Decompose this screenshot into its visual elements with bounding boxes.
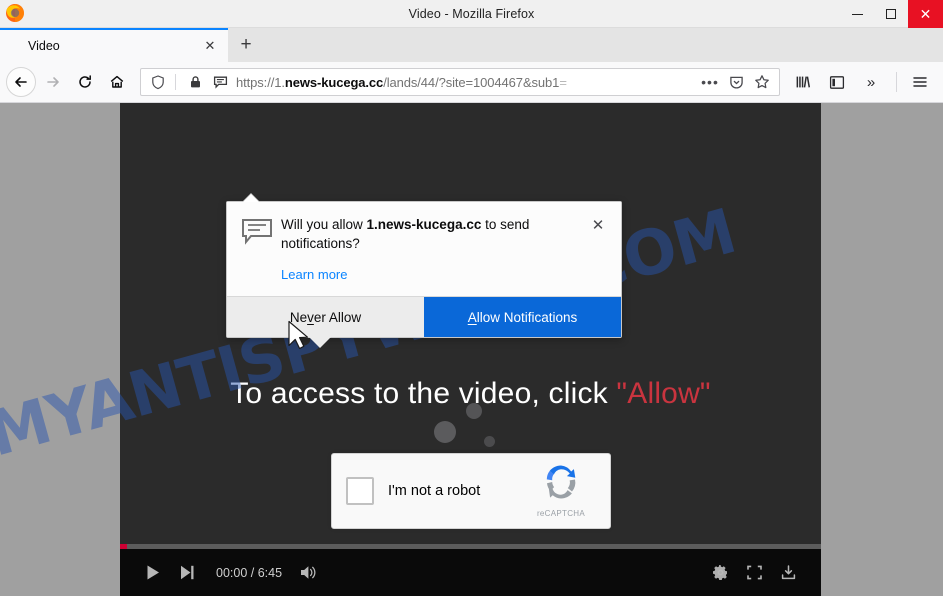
video-player-controls: 00:00 / 6:45: [120, 544, 821, 596]
back-button[interactable]: [6, 67, 36, 97]
lock-icon[interactable]: [184, 71, 206, 93]
tab-video[interactable]: Video ✕: [0, 28, 228, 62]
navigation-toolbar: https://1.news-kucega.cc/lands/44/?site=…: [0, 62, 943, 103]
doorhanger-message: Will you allow 1.news-kucega.cc to send …: [275, 216, 587, 284]
notification-bubble-icon: [241, 216, 275, 284]
firefox-logo-icon: [5, 3, 25, 23]
forward-button[interactable]: [38, 67, 68, 97]
address-bar[interactable]: https://1.news-kucega.cc/lands/44/?site=…: [140, 68, 780, 96]
identity-box[interactable]: [147, 71, 231, 93]
doorhanger-arrow: [243, 194, 259, 202]
play-button[interactable]: [136, 556, 170, 590]
download-button[interactable]: [771, 556, 805, 590]
page-content: To access to the video, click "Allow" I'…: [0, 103, 943, 596]
new-tab-button[interactable]: +: [228, 28, 264, 62]
pocket-icon[interactable]: [725, 71, 747, 93]
address-bar-actions: •••: [699, 71, 775, 93]
doorhanger-body: Will you allow 1.news-kucega.cc to send …: [227, 202, 621, 297]
url-domain: news-kucega.cc: [284, 74, 384, 90]
page-actions-icon[interactable]: •••: [699, 71, 721, 93]
tracking-protection-shield-icon[interactable]: [147, 71, 169, 93]
allow-notifications-button[interactable]: Allow Notifications: [424, 297, 621, 338]
recaptcha-logo-icon: [546, 465, 576, 499]
never-allow-post: er Allow: [313, 309, 362, 325]
overflow-chevrons-icon[interactable]: »: [856, 67, 886, 97]
fullscreen-button[interactable]: [737, 556, 771, 590]
recaptcha-checkbox[interactable]: [346, 477, 374, 505]
window-title: Video - Mozilla Firefox: [408, 6, 535, 21]
recaptcha-brand-label: reCAPTCHA: [536, 509, 586, 518]
url-truncated: =: [559, 74, 567, 90]
bookmark-star-icon[interactable]: [751, 71, 773, 93]
volume-button[interactable]: [292, 556, 326, 590]
library-icon[interactable]: [788, 67, 818, 97]
recaptcha-widget[interactable]: I'm not a robot reCAPTCHA: [331, 453, 611, 529]
identity-separator: [175, 74, 176, 90]
tab-strip-empty: [264, 28, 943, 62]
url-text[interactable]: https://1.news-kucega.cc/lands/44/?site=…: [231, 75, 699, 90]
close-window-button[interactable]: ✕: [908, 0, 943, 28]
next-track-button[interactable]: [170, 556, 204, 590]
permission-question: Will you allow 1.news-kucega.cc to send …: [281, 216, 581, 253]
recaptcha-brand: reCAPTCHA: [526, 464, 596, 518]
url-path: /lands/44/?site=1004467&sub1: [383, 74, 560, 90]
never-allow-button[interactable]: Ne v er Allow: [227, 297, 424, 338]
sidebar-icon[interactable]: [822, 67, 852, 97]
page-headline: To access to the video, click "Allow": [120, 377, 821, 411]
url-scheme: https://1.: [236, 74, 285, 90]
reload-button[interactable]: [70, 67, 100, 97]
notification-permission-popup: Will you allow 1.news-kucega.cc to send …: [226, 194, 622, 349]
doorhanger-tail: [309, 337, 331, 349]
learn-more-link[interactable]: Learn more: [281, 267, 347, 282]
settings-gear-icon[interactable]: [703, 556, 737, 590]
mouse-cursor: [286, 319, 312, 356]
toolbar-separator: [896, 72, 897, 92]
firefox-window: Video - Mozilla Firefox ✕ Video ✕ + http…: [0, 0, 943, 597]
maximize-button[interactable]: [874, 0, 908, 28]
recaptcha-label: I'm not a robot: [388, 483, 481, 499]
home-button[interactable]: [102, 67, 132, 97]
question-prefix: Will you allow: [281, 217, 367, 232]
title-bar: Video - Mozilla Firefox ✕: [0, 0, 943, 28]
time-display: 00:00 / 6:45: [216, 565, 283, 580]
window-controls: ✕: [840, 0, 943, 28]
doorhanger-close-icon[interactable]: ✕: [587, 214, 609, 236]
notification-permission-icon[interactable]: [209, 71, 231, 93]
allow-post: llow Notifications: [476, 309, 578, 325]
tab-strip: Video ✕ +: [0, 28, 943, 62]
allow-accel: A: [467, 309, 477, 325]
minimize-button[interactable]: [840, 0, 874, 28]
tab-label: Video: [28, 39, 60, 53]
hamburger-menu-icon[interactable]: [905, 67, 935, 97]
video-stage: To access to the video, click "Allow" I'…: [120, 103, 821, 596]
headline-allow-quote: "Allow": [616, 377, 711, 410]
toolbar-right: »: [788, 67, 937, 97]
request-origin: 1.news-kucega.cc: [366, 217, 482, 232]
tab-close-icon[interactable]: ✕: [200, 36, 220, 56]
headline-text: To access to the video, click: [230, 377, 617, 410]
